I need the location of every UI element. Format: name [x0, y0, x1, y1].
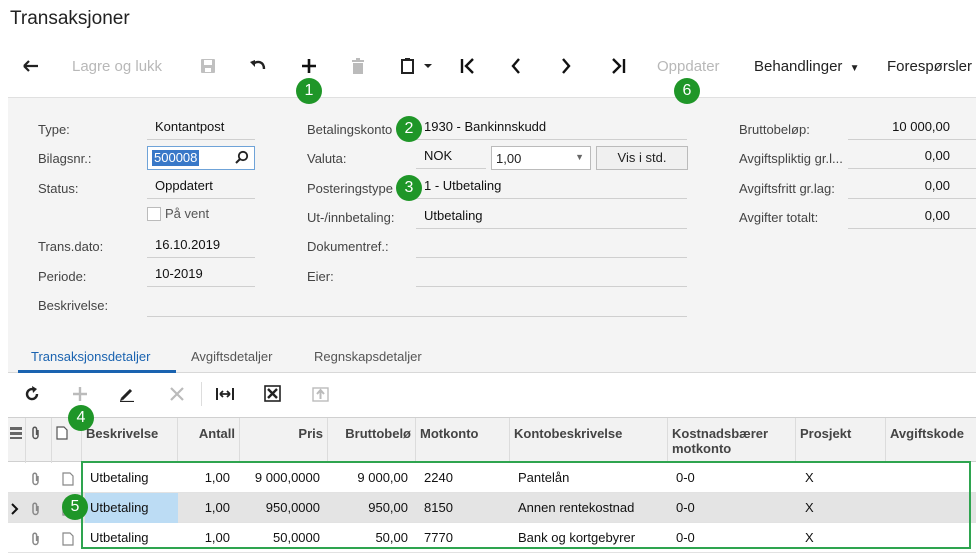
- trans-date-label: Trans.dato:: [38, 239, 104, 254]
- taxfree-value: 0,00: [848, 177, 976, 199]
- type-value: Kontantpost: [147, 118, 255, 140]
- col-cost-bearer-line2: motkonto: [672, 441, 732, 456]
- add-row-icon[interactable]: [72, 386, 88, 405]
- active-tab-indicator: [18, 370, 176, 373]
- rate-value: 1,00: [496, 151, 522, 166]
- col-description[interactable]: Beskrivelse: [82, 418, 178, 463]
- tax-total-label: Avgifter totalt:: [739, 210, 819, 225]
- detail-tabs: Transaksjonsdetaljer Avgiftsdetaljer Reg…: [8, 342, 976, 373]
- show-std-button[interactable]: Vis i std.: [596, 146, 688, 170]
- delete-icon[interactable]: [351, 58, 365, 74]
- update-button[interactable]: Oppdater: [657, 58, 720, 75]
- col-project[interactable]: Prosjekt: [796, 418, 886, 463]
- copy-paste-icon[interactable]: [400, 58, 434, 74]
- in-out-value[interactable]: Utbetaling: [416, 207, 687, 229]
- add-icon[interactable]: [301, 58, 317, 74]
- previous-record-icon[interactable]: [510, 58, 522, 74]
- tab-accounting-details[interactable]: Regnskapsdetaljer: [314, 349, 422, 364]
- voucher-label: Bilagsnr.:: [38, 151, 92, 166]
- description-field[interactable]: [147, 295, 687, 317]
- callout-badge-4: 4: [68, 405, 94, 431]
- current-row-icon: [11, 493, 19, 523]
- gross-value: 10 000,00: [848, 118, 976, 140]
- period-label: Periode:: [38, 269, 87, 284]
- docref-label: Dokumentref.:: [307, 239, 389, 254]
- currency-label: Valuta:: [307, 151, 347, 166]
- taxable-value: 0,00: [848, 147, 976, 169]
- grid-header: Beskrivelse Antall Pris Bruttobelø Motko…: [8, 417, 976, 463]
- row-selector-icon[interactable]: [8, 418, 26, 463]
- on-hold-label: På vent: [165, 206, 210, 221]
- attachment-header-icon: [26, 418, 52, 463]
- col-quantity[interactable]: Antall: [178, 418, 240, 463]
- on-hold-checkbox[interactable]: [147, 207, 161, 221]
- toolbar: Lagre og lukk Oppdater Behandlinger ▼ Fo…: [0, 48, 976, 88]
- type-label: Type:: [38, 122, 70, 137]
- owner-label: Eier:: [307, 269, 334, 284]
- callout-badge-2: 2: [396, 116, 422, 142]
- tab-tax-details[interactable]: Avgiftsdetaljer: [191, 349, 272, 364]
- save-icon[interactable]: [200, 58, 216, 74]
- highlight-box: [81, 461, 971, 549]
- undo-icon[interactable]: [249, 58, 267, 74]
- fit-columns-icon[interactable]: [216, 386, 234, 405]
- payment-account-label: Betalingskonto: [307, 122, 393, 137]
- tab-transaction-details[interactable]: Transaksjonsdetaljer: [31, 349, 150, 364]
- status-label: Status:: [38, 181, 79, 196]
- docref-field[interactable]: [416, 236, 687, 258]
- back-arrow-icon[interactable]: [22, 58, 40, 74]
- rate-dropdown[interactable]: 1,00 ▼: [491, 146, 591, 170]
- payment-account-value[interactable]: 1930 - Bankinnskudd: [416, 118, 687, 140]
- note-icon[interactable]: [62, 523, 74, 553]
- col-offset-account[interactable]: Motkonto: [416, 418, 510, 463]
- in-out-label: Ut-/innbetaling:: [307, 210, 395, 225]
- owner-field[interactable]: [416, 265, 687, 287]
- save-close-button[interactable]: Lagre og lukk: [72, 58, 162, 75]
- tax-total-value: 0,00: [848, 207, 976, 229]
- callout-badge-1: 1: [296, 78, 322, 104]
- excel-export-icon[interactable]: [264, 385, 281, 405]
- delete-row-icon[interactable]: [169, 386, 185, 405]
- last-record-icon[interactable]: [610, 58, 626, 74]
- posting-type-value[interactable]: 1 - Utbetaling: [416, 177, 687, 199]
- description-label: Beskrivelse:: [38, 298, 109, 313]
- next-record-icon[interactable]: [560, 58, 572, 74]
- first-record-icon[interactable]: [460, 58, 476, 74]
- callout-badge-5: 5: [62, 494, 88, 520]
- posting-type-label: Posteringstype: [307, 181, 393, 196]
- col-account-description[interactable]: Kontobeskrivelse: [510, 418, 668, 463]
- callout-badge-3: 3: [396, 175, 422, 201]
- col-price[interactable]: Pris: [240, 418, 328, 463]
- upload-icon[interactable]: [312, 385, 329, 405]
- search-icon[interactable]: [235, 150, 249, 167]
- col-cost-bearer[interactable]: Kostnadsbærer motkonto: [668, 418, 796, 463]
- period-value[interactable]: 10-2019: [147, 265, 255, 287]
- voucher-input[interactable]: 500008: [152, 150, 200, 166]
- col-gross[interactable]: Bruttobelø: [328, 418, 416, 463]
- grid-toolbar: [8, 374, 976, 416]
- callout-badge-6: 6: [674, 78, 700, 104]
- taxable-label: Avgiftspliktig gr.l...: [739, 151, 843, 166]
- actions-menu[interactable]: Behandlinger ▼: [754, 58, 859, 75]
- edit-icon[interactable]: [119, 386, 135, 405]
- voucher-field[interactable]: 500008: [147, 146, 255, 170]
- col-cost-bearer-line1: Kostnadsbærer: [672, 426, 769, 441]
- attachment-icon[interactable]: [30, 493, 42, 523]
- attachment-icon[interactable]: [30, 463, 42, 493]
- currency-value[interactable]: NOK: [416, 147, 486, 169]
- trans-date-value[interactable]: 16.10.2019: [147, 236, 255, 258]
- gross-label: Bruttobeløp:: [739, 122, 810, 137]
- actions-label: Behandlinger: [754, 58, 843, 75]
- taxfree-label: Avgiftsfritt gr.lag:: [739, 181, 835, 196]
- inquiries-menu[interactable]: Forespørsler: [887, 58, 972, 75]
- chevron-down-icon: ▼: [849, 63, 860, 74]
- chevron-down-icon: ▼: [575, 152, 584, 162]
- toolbar-divider: [201, 382, 202, 406]
- attachment-icon[interactable]: [30, 523, 42, 553]
- status-value: Oppdatert: [147, 177, 255, 199]
- note-icon[interactable]: [62, 463, 74, 493]
- page-title: Transaksjoner: [10, 8, 130, 29]
- refresh-icon[interactable]: [24, 386, 40, 405]
- col-tax-code[interactable]: Avgiftskode: [886, 418, 976, 463]
